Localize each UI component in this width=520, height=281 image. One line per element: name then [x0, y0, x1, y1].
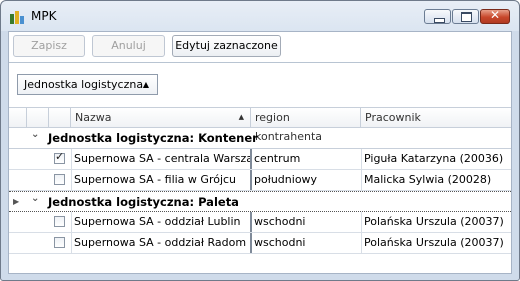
column-header-name[interactable]: Nazwa ▲ [71, 108, 251, 127]
group-by-label: Jednostka logistyczna [24, 78, 144, 91]
header-check-cell [49, 108, 71, 127]
mpk-window: MPK ✕ Zapisz Anuluj Edytuj zaznaczone Je… [0, 0, 520, 281]
cell-region[interactable]: centrum [251, 149, 361, 169]
cancel-button[interactable]: Anuluj [92, 35, 165, 57]
toolbar: Zapisz Anuluj Edytuj zaznaczone [9, 32, 511, 62]
group-label: Jednostka logistyczna: Kontener [48, 131, 258, 145]
column-header-name-label: Nazwa [75, 111, 112, 124]
checkmark-icon: ✓ [55, 150, 65, 163]
close-button[interactable]: ✕ [480, 8, 510, 24]
cell-employee[interactable]: Polańska Urszula (20037) [361, 233, 511, 253]
cell-employee[interactable]: Polańska Urszula (20037) [361, 212, 511, 232]
cell-name[interactable]: Supernowa SA - centrala Warszawa [71, 149, 251, 169]
minimize-icon [434, 18, 445, 23]
group-row-kontener[interactable]: ⌄ Jednostka logistyczna: Kontener [9, 128, 511, 149]
minimize-button[interactable] [424, 9, 451, 24]
column-header-employee-label: Pracownik [365, 111, 421, 124]
window-title: MPK [31, 9, 57, 23]
table-row[interactable]: Supernowa SA - oddział Radom wschodni Po… [9, 233, 511, 254]
cell-region[interactable]: wschodni [251, 233, 361, 253]
column-header-row: Nazwa ▲ region kontrahenta Pracownik [9, 107, 511, 143]
row-checkbox[interactable] [54, 237, 65, 248]
group-by-panel: Jednostka logistyczna ▲ [9, 63, 511, 107]
row-checkbox[interactable] [54, 174, 65, 185]
row-indicator-icon: ▶ [13, 197, 20, 206]
sort-asc-icon: ▲ [238, 113, 244, 121]
cell-name[interactable]: Supernowa SA - oddział Radom [71, 233, 251, 253]
data-grid: Jednostka logistyczna ▲ Nazwa ▲ region k… [9, 62, 511, 273]
cell-region[interactable]: wschodni [251, 212, 361, 232]
column-header-region[interactable]: region kontrahenta [251, 108, 361, 143]
header-indicator-cell [9, 108, 27, 127]
app-icon [10, 11, 24, 24]
maximize-button[interactable] [452, 9, 479, 24]
collapse-icon[interactable]: ⌄ [31, 129, 39, 140]
table-row[interactable]: ✓ Supernowa SA - centrala Warszawa centr… [9, 149, 511, 170]
maximize-icon [461, 12, 472, 22]
cell-name[interactable]: Supernowa SA - filia w Grójcu [71, 170, 251, 190]
cell-name[interactable]: Supernowa SA - oddział Lublin [71, 212, 251, 232]
sort-asc-icon: ▲ [142, 80, 149, 89]
table-row[interactable]: Supernowa SA - oddział Lublin wschodni P… [9, 212, 511, 233]
cell-employee[interactable]: Piguła Katarzyna (20036) [361, 149, 511, 169]
table-row[interactable]: Supernowa SA - filia w Grójcu południowy… [9, 170, 511, 191]
group-label: Jednostka logistyczna: Paleta [48, 195, 239, 209]
column-header-employee[interactable]: Pracownik [361, 108, 511, 127]
title-bar[interactable]: MPK ✕ [1, 1, 519, 32]
group-row-paleta[interactable]: ▶ ⌄ Jednostka logistyczna: Paleta [9, 191, 511, 212]
collapse-icon[interactable]: ⌄ [31, 193, 39, 204]
group-by-column-button[interactable]: Jednostka logistyczna ▲ [17, 74, 158, 95]
row-checkbox[interactable] [54, 216, 65, 227]
cell-region[interactable]: południowy [251, 170, 361, 190]
save-button[interactable]: Zapisz [13, 35, 85, 57]
header-expand-cell [27, 108, 49, 127]
row-checkbox[interactable]: ✓ [54, 150, 65, 164]
edit-selected-button[interactable]: Edytuj zaznaczone [172, 35, 281, 57]
close-icon: ✕ [489, 8, 501, 22]
client-area: Zapisz Anuluj Edytuj zaznaczone Jednostk… [8, 31, 512, 274]
cell-employee[interactable]: Malicka Sylwia (20028) [361, 170, 511, 190]
